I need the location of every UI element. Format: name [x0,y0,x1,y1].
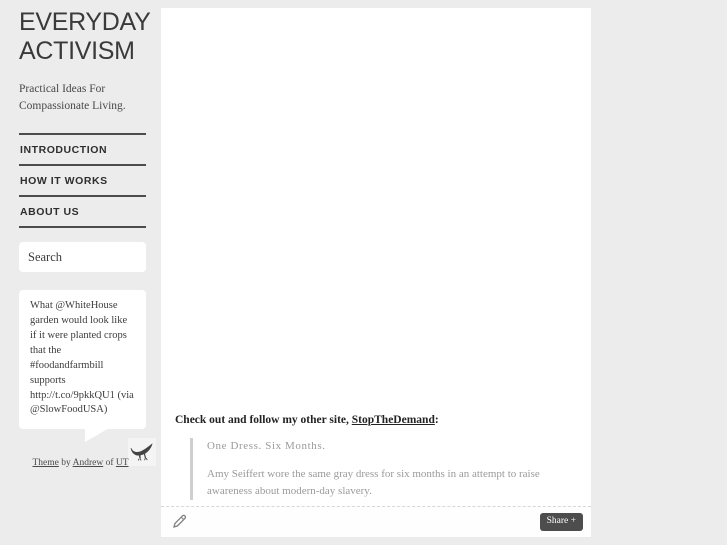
tweet-bubble-tail [85,427,111,443]
tweet-bubble: What @WhiteHouse garden would look like … [19,290,146,443]
quote-body: Amy Seiffert wore the same gray dress fo… [207,468,540,498]
post-intro-suffix: : [434,414,439,426]
site-tagline: Practical Ideas For Compassionate Living… [19,82,126,113]
post-intro-text: Check out and follow my other site, Stop… [175,412,577,428]
nav-link-how-it-works[interactable]: HOW IT WORKS [19,166,146,195]
sidebar: EVERYDAY ACTIVISM Practical Ideas For Co… [0,0,161,545]
post-intro-prefix: Check out and follow my other site, [175,414,352,426]
post-toolbar: Share + [161,506,591,537]
credit-author-link[interactable]: Andrew [73,458,104,468]
credit-of-text: of [103,458,116,468]
content-panel: Check out and follow my other site, Stop… [161,8,591,537]
main-navigation: INTRODUCTION HOW IT WORKS ABOUT US [0,133,161,229]
tweet-text: What @WhiteHouse garden would look like … [30,300,134,416]
stopthedemand-link[interactable]: StopTheDemand [352,414,435,426]
quote-title: One Dress. Six Months. [207,440,326,452]
credit-org-link[interactable]: UT [116,458,129,468]
share-button[interactable]: Share + [539,512,583,532]
nav-link-about-us[interactable]: ABOUT US [19,197,146,226]
search-input[interactable] [19,242,146,273]
nav-item-about-us[interactable]: ABOUT US [19,195,146,229]
theme-credit: Theme by Andrew of UT [0,458,161,468]
nav-item-introduction[interactable]: INTRODUCTION [19,133,146,164]
site-title: EVERYDAY ACTIVISM [19,8,150,65]
nav-item-how-it-works[interactable]: HOW IT WORKS [19,164,146,195]
post-body: Check out and follow my other site, Stop… [161,8,591,506]
search-container [19,242,146,273]
twitter-widget: What @WhiteHouse garden would look like … [19,290,156,467]
pencil-icon[interactable] [171,514,187,530]
post-blockquote: One Dress. Six Months. Amy Seiffert wore… [190,438,577,501]
credit-theme-link[interactable]: Theme [32,458,58,468]
credit-by-text: by [58,458,73,468]
nav-link-introduction[interactable]: INTRODUCTION [19,135,146,164]
